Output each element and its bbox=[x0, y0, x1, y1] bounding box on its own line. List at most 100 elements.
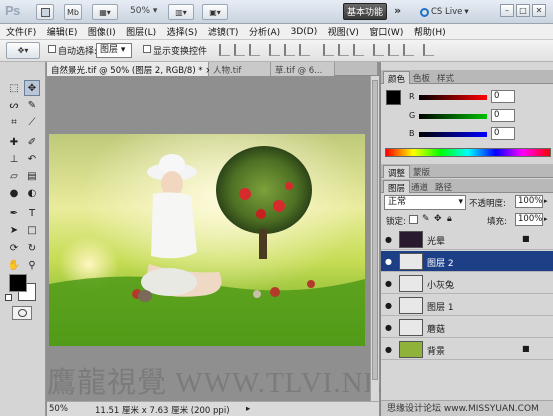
crop-tool-icon[interactable]: ⌗ bbox=[6, 114, 22, 130]
workspace-switcher-button[interactable]: 基本功能 bbox=[343, 3, 387, 20]
visibility-eye-icon[interactable]: ● bbox=[385, 301, 392, 310]
visibility-eye-icon[interactable]: ● bbox=[385, 235, 392, 244]
status-zoom[interactable]: 50% bbox=[49, 404, 68, 414]
shape-tool-icon[interactable]: □ bbox=[24, 222, 40, 238]
tab-color[interactable]: 颜色 bbox=[383, 71, 411, 85]
layer-row[interactable]: ● 光晕 ■ bbox=[381, 229, 553, 250]
tab-paths[interactable]: 路径 bbox=[431, 180, 456, 193]
gradient-tool-icon[interactable]: ▤ bbox=[24, 168, 40, 184]
layer-row[interactable]: ● 图层 2 bbox=[381, 251, 553, 272]
minimize-button[interactable]: – bbox=[500, 4, 514, 17]
menu-item-4[interactable]: 选择(S) bbox=[167, 25, 198, 38]
bridge-button[interactable] bbox=[36, 4, 54, 20]
default-colors-icon[interactable] bbox=[5, 294, 12, 301]
show-transform-checkbox[interactable] bbox=[143, 45, 151, 53]
view-extras-button[interactable]: ▦▾ bbox=[92, 4, 118, 20]
more-workspaces-button[interactable]: » bbox=[394, 4, 401, 17]
pen-tool-icon[interactable]: ✒ bbox=[6, 205, 22, 221]
document-image[interactable] bbox=[49, 134, 365, 346]
history-brush-tool-icon[interactable]: ↶ bbox=[24, 151, 40, 167]
tab-swatches[interactable]: 色板 bbox=[409, 71, 434, 84]
eyedropper-tool-icon[interactable]: ⟋ bbox=[24, 114, 40, 130]
green-slider[interactable] bbox=[419, 114, 487, 119]
menu-item-7[interactable]: 3D(D) bbox=[291, 27, 318, 37]
align-top-icon[interactable] bbox=[219, 44, 230, 56]
distribute-bottom-icon[interactable] bbox=[353, 44, 364, 56]
red-slider[interactable] bbox=[419, 95, 487, 100]
lock-image-icon[interactable]: ✎ bbox=[422, 214, 430, 224]
zoom-tool-icon[interactable]: ⚲ bbox=[24, 257, 40, 273]
menu-item-9[interactable]: 窗口(W) bbox=[369, 25, 403, 38]
align-bottom-icon[interactable] bbox=[249, 44, 260, 56]
quick-mask-button[interactable] bbox=[12, 306, 32, 320]
type-tool-icon[interactable]: T bbox=[24, 205, 40, 221]
tab-styles[interactable]: 样式 bbox=[433, 71, 458, 84]
blend-mode-select[interactable]: 正常 ▾ bbox=[384, 195, 466, 210]
fill-field[interactable]: 100% bbox=[515, 213, 543, 226]
close-button[interactable]: ✕ bbox=[532, 4, 546, 17]
screen-mode-button[interactable]: ▣▾ bbox=[202, 4, 228, 20]
healing-brush-tool-icon[interactable]: ✚ bbox=[6, 134, 22, 150]
menu-item-8[interactable]: 视图(V) bbox=[328, 25, 359, 38]
align-vertical-center-icon[interactable] bbox=[234, 44, 245, 56]
menu-item-6[interactable]: 分析(A) bbox=[249, 25, 280, 38]
opacity-arrow-icon[interactable]: ▸ bbox=[544, 197, 548, 205]
layer-row[interactable]: ● 小灰兔 bbox=[381, 273, 553, 294]
red-value-field[interactable]: 0 bbox=[491, 90, 515, 103]
distribute-horizontal-center-icon[interactable] bbox=[388, 44, 399, 56]
distribute-left-icon[interactable] bbox=[373, 44, 384, 56]
lock-transparent-icon[interactable] bbox=[409, 215, 418, 224]
cs-live-button[interactable]: CS Live ▾ bbox=[416, 4, 473, 20]
3d-rotate-tool-icon[interactable]: ⟳ bbox=[6, 240, 22, 256]
3d-orbit-tool-icon[interactable]: ↻ bbox=[24, 240, 40, 256]
clone-stamp-tool-icon[interactable]: ⊥ bbox=[6, 151, 22, 167]
scrollbar-thumb[interactable] bbox=[372, 80, 378, 380]
auto-select-checkbox[interactable] bbox=[48, 45, 56, 53]
dodge-tool-icon[interactable]: ◐ bbox=[24, 185, 40, 201]
visibility-eye-icon[interactable]: ● bbox=[385, 279, 392, 288]
tab-document-3[interactable]: 草.tif @ 6... bbox=[271, 62, 335, 76]
tab-adjustments[interactable]: 调整 bbox=[383, 165, 411, 179]
move-tool-icon[interactable]: ✥ bbox=[24, 80, 40, 96]
tab-channels[interactable]: 通道 bbox=[407, 180, 432, 193]
align-left-icon[interactable] bbox=[269, 44, 280, 56]
brush-tool-icon[interactable]: ✐ bbox=[24, 134, 40, 150]
hand-tool-icon[interactable]: ✋ bbox=[6, 257, 22, 273]
distribute-right-icon[interactable] bbox=[403, 44, 414, 56]
distribute-top-icon[interactable] bbox=[323, 44, 334, 56]
menu-item-3[interactable]: 图层(L) bbox=[126, 25, 156, 38]
blue-slider[interactable] bbox=[419, 132, 487, 137]
visibility-eye-icon[interactable]: ● bbox=[385, 323, 392, 332]
menu-item-1[interactable]: 编辑(E) bbox=[47, 25, 78, 38]
tab-masks[interactable]: 蒙版 bbox=[409, 165, 434, 178]
canvas-area[interactable]: 鷹龍視覺 WWW.TLVI.NET bbox=[47, 76, 400, 401]
blur-tool-icon[interactable]: ● bbox=[6, 185, 22, 201]
menu-item-10[interactable]: 帮助(H) bbox=[414, 25, 446, 38]
opacity-field[interactable]: 100% bbox=[515, 195, 543, 208]
align-horizontal-center-icon[interactable] bbox=[284, 44, 295, 56]
status-menu-arrow[interactable]: ▸ bbox=[246, 404, 250, 414]
arrange-documents-button[interactable]: ▥▾ bbox=[168, 4, 194, 20]
visibility-eye-icon[interactable]: ● bbox=[385, 345, 392, 354]
foreground-color-swatch[interactable] bbox=[9, 274, 27, 292]
distribute-vertical-center-icon[interactable] bbox=[338, 44, 349, 56]
menu-item-0[interactable]: 文件(F) bbox=[6, 25, 36, 38]
maximize-button[interactable]: □ bbox=[516, 4, 530, 17]
menu-item-2[interactable]: 图像(I) bbox=[88, 25, 116, 38]
fill-arrow-icon[interactable]: ▸ bbox=[544, 215, 548, 223]
layer-row[interactable]: ● 图层 1 bbox=[381, 295, 553, 316]
color-foreground-swatch[interactable] bbox=[386, 90, 401, 105]
align-right-icon[interactable] bbox=[299, 44, 310, 56]
zoom-level-select[interactable]: 50% ▾ bbox=[130, 6, 157, 16]
layer-row[interactable]: ● 背景 ■ bbox=[381, 339, 553, 360]
menu-item-5[interactable]: 滤镜(T) bbox=[208, 25, 239, 38]
blue-value-field[interactable]: 0 bbox=[491, 127, 515, 140]
lock-all-icon[interactable]: 🔒︎ bbox=[447, 214, 452, 224]
eraser-tool-icon[interactable]: ▱ bbox=[6, 168, 22, 184]
visibility-eye-icon[interactable]: ● bbox=[385, 257, 392, 266]
auto-align-layers-icon[interactable] bbox=[423, 44, 434, 56]
green-value-field[interactable]: 0 bbox=[491, 109, 515, 122]
auto-select-target-select[interactable]: 图层 ▾ bbox=[96, 43, 132, 58]
marquee-tool-icon[interactable]: ⬚ bbox=[6, 80, 22, 96]
tool-preset-picker[interactable]: ✥▾ bbox=[6, 42, 40, 59]
